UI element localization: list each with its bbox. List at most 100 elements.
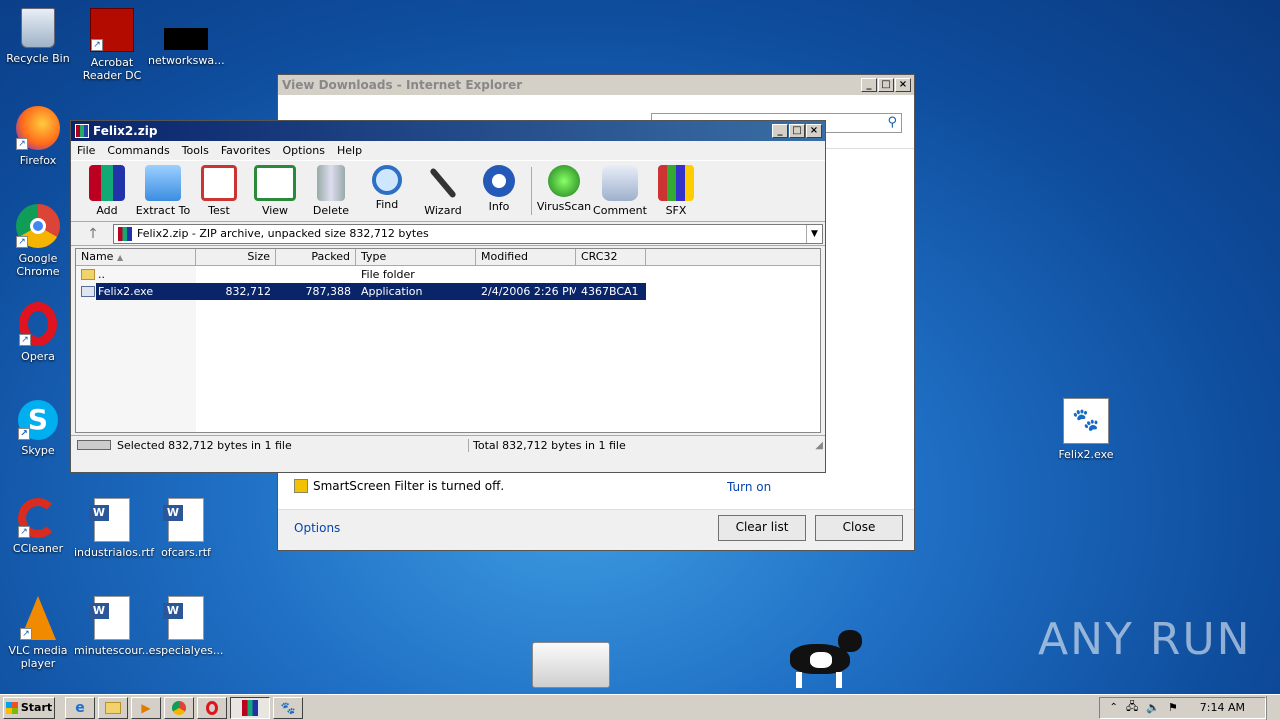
winrar-window[interactable]: Felix2.zip _ □ × File Commands Tools Fav… <box>70 120 826 473</box>
desktop-icon-label: Firefox <box>19 154 57 167</box>
tool-virusscan-button[interactable]: VirusScan <box>536 165 592 217</box>
network-icon[interactable]: 🖧 <box>1126 698 1138 717</box>
desktop-icon-industrialos[interactable]: W industrialos.rtf <box>74 498 154 559</box>
tool-label: Info <box>488 200 510 213</box>
maximize-button[interactable]: □ <box>878 78 894 92</box>
tool-extract-to-button[interactable]: Extract To <box>135 165 191 217</box>
resize-grip-icon[interactable]: ◢ <box>815 440 823 451</box>
anyrun-watermark: ANY RUN <box>1038 614 1252 665</box>
desktop-icon-label: minutescour... <box>74 644 153 657</box>
desktop-icon-label: ofcars.rtf <box>161 546 211 559</box>
taskbar-ie-button[interactable]: e <box>65 696 95 719</box>
minimize-button[interactable]: _ <box>772 124 788 138</box>
desktop-icon-label: CCleaner <box>12 542 64 555</box>
paw-print-icon: 🐾 <box>280 700 296 715</box>
tool-delete-button[interactable]: Delete <box>303 165 359 217</box>
cell-name: .. <box>76 268 196 281</box>
tool-label: Delete <box>312 204 350 217</box>
desktop-icon-opera[interactable]: ↗ Opera <box>0 302 76 363</box>
up-folder-button[interactable]: ↑ <box>73 226 113 242</box>
drive-icon <box>77 440 111 450</box>
start-button[interactable]: Start <box>3 696 55 719</box>
chevron-down-icon[interactable]: ▼ <box>806 224 822 243</box>
taskbar-opera-button[interactable] <box>197 696 227 719</box>
wand-icon <box>429 167 457 199</box>
add-archive-icon <box>89 165 125 201</box>
minimize-button[interactable]: _ <box>861 78 877 92</box>
column-header-modified[interactable]: Modified <box>476 249 576 265</box>
word-document-icon: W <box>163 498 204 542</box>
close-window-button[interactable]: × <box>806 124 822 138</box>
menu-help[interactable]: Help <box>331 144 368 157</box>
tool-info-button[interactable]: Info <box>471 165 527 217</box>
winrar-title-bar[interactable]: Felix2.zip _ □ × <box>71 121 825 141</box>
action-center-flag-icon[interactable]: ⚑ <box>1168 701 1178 714</box>
column-header-name[interactable]: Name ▲ <box>76 249 196 265</box>
column-header-type[interactable]: Type <box>356 249 476 265</box>
close-window-button[interactable]: × <box>895 78 911 92</box>
desktop-icon-ofcars[interactable]: W ofcars.rtf <box>148 498 224 559</box>
file-list-header: Name ▲ Size Packed Type Modified CRC32 <box>76 249 820 266</box>
desktop-icon-chrome[interactable]: ↗ Google Chrome <box>0 204 76 278</box>
cell-type: File folder <box>361 268 415 281</box>
options-link[interactable]: Options <box>294 521 340 535</box>
clock[interactable]: 7:14 AM <box>1200 701 1245 714</box>
taskbar-felix-button[interactable]: 🐾 <box>273 696 303 719</box>
desktop-icon-minutescour[interactable]: W minutescour... <box>74 596 153 657</box>
cell-modified: 2/4/2006 2:26 PM <box>481 285 576 298</box>
turn-on-link[interactable]: Turn on <box>727 480 771 494</box>
winrar-status-bar: Selected 832,712 bytes in 1 file Total 8… <box>71 435 825 454</box>
taskbar-chrome-button[interactable] <box>164 696 194 719</box>
menu-commands[interactable]: Commands <box>101 144 175 157</box>
taskbar-winrar-button[interactable] <box>230 696 270 719</box>
shortcut-arrow-icon: ↗ <box>16 138 28 150</box>
tool-sfx-button[interactable]: SFX <box>648 165 704 217</box>
desktop-icon-acrobat[interactable]: ↗ Acrobat Reader DC <box>74 8 150 82</box>
tool-label: VirusScan <box>536 200 592 213</box>
tool-add-button[interactable]: Add <box>79 165 135 217</box>
ccleaner-icon: ↗ <box>18 498 58 538</box>
clear-list-button[interactable]: Clear list <box>718 515 806 541</box>
taskbar-explorer-button[interactable] <box>98 696 128 719</box>
desktop-icon-networkswa[interactable]: networkswa... <box>148 8 225 67</box>
desktop-icon-firefox[interactable]: ↗ Firefox <box>0 106 76 167</box>
menu-favorites[interactable]: Favorites <box>215 144 277 157</box>
taskbar-media-button[interactable]: ▶ <box>131 696 161 719</box>
desktop-icon-felix2[interactable]: 🐾 Felix2.exe <box>1048 398 1124 461</box>
desktop-icon-label: Skype <box>21 444 55 457</box>
column-header-size[interactable]: Size <box>196 249 276 265</box>
ie-title-bar[interactable]: View Downloads - Internet Explorer _ □ × <box>278 75 914 95</box>
table-row[interactable]: .. File folder <box>76 266 820 283</box>
desktop-icon-label: industrialos.rtf <box>74 546 155 559</box>
desktop-icon-especialyes[interactable]: W especialyes... <box>148 596 224 657</box>
desktop-icon-label: VLC media player <box>8 644 68 670</box>
show-hidden-icons-icon[interactable]: ⌃ <box>1110 702 1118 713</box>
smartscreen-text: SmartScreen Filter is turned off. <box>313 479 505 493</box>
desktop-icon-label: Google Chrome <box>16 252 60 278</box>
tool-view-button[interactable]: View <box>247 165 303 217</box>
tool-comment-button[interactable]: Comment <box>592 165 648 217</box>
speaker-icon[interactable]: 🔈 <box>1146 701 1160 714</box>
show-desktop-button[interactable] <box>1266 695 1280 720</box>
maximize-button[interactable]: □ <box>789 124 805 138</box>
winrar-toolbar: Add Extract To Test View Delete Find Wiz… <box>71 160 825 222</box>
menu-tools[interactable]: Tools <box>176 144 215 157</box>
menu-file[interactable]: File <box>71 144 101 157</box>
tool-wizard-button[interactable]: Wizard <box>415 165 471 217</box>
table-row-selected[interactable]: Felix2.exe 832,712 787,388 Application 2… <box>76 283 820 300</box>
close-button[interactable]: Close <box>815 515 903 541</box>
desktop-icon-vlc[interactable]: ↗ VLC media player <box>0 596 76 670</box>
cell-name-text: Felix2.exe <box>98 285 154 298</box>
desktop-icon-recycle-bin[interactable]: Recycle Bin <box>0 8 76 65</box>
toolbar-separator <box>531 167 532 215</box>
column-header-packed[interactable]: Packed <box>276 249 356 265</box>
path-combo[interactable]: Felix2.zip - ZIP archive, unpacked size … <box>113 223 823 244</box>
desktop-icon-ccleaner[interactable]: ↗ CCleaner <box>0 498 76 555</box>
menu-options[interactable]: Options <box>277 144 331 157</box>
tool-find-button[interactable]: Find <box>359 165 415 217</box>
folder-icon <box>81 269 95 280</box>
desktop-icon-skype[interactable]: S ↗ Skype <box>0 400 76 457</box>
column-header-crc32[interactable]: CRC32 <box>576 249 646 265</box>
tool-test-button[interactable]: Test <box>191 165 247 217</box>
chrome-icon: ↗ <box>16 204 60 248</box>
